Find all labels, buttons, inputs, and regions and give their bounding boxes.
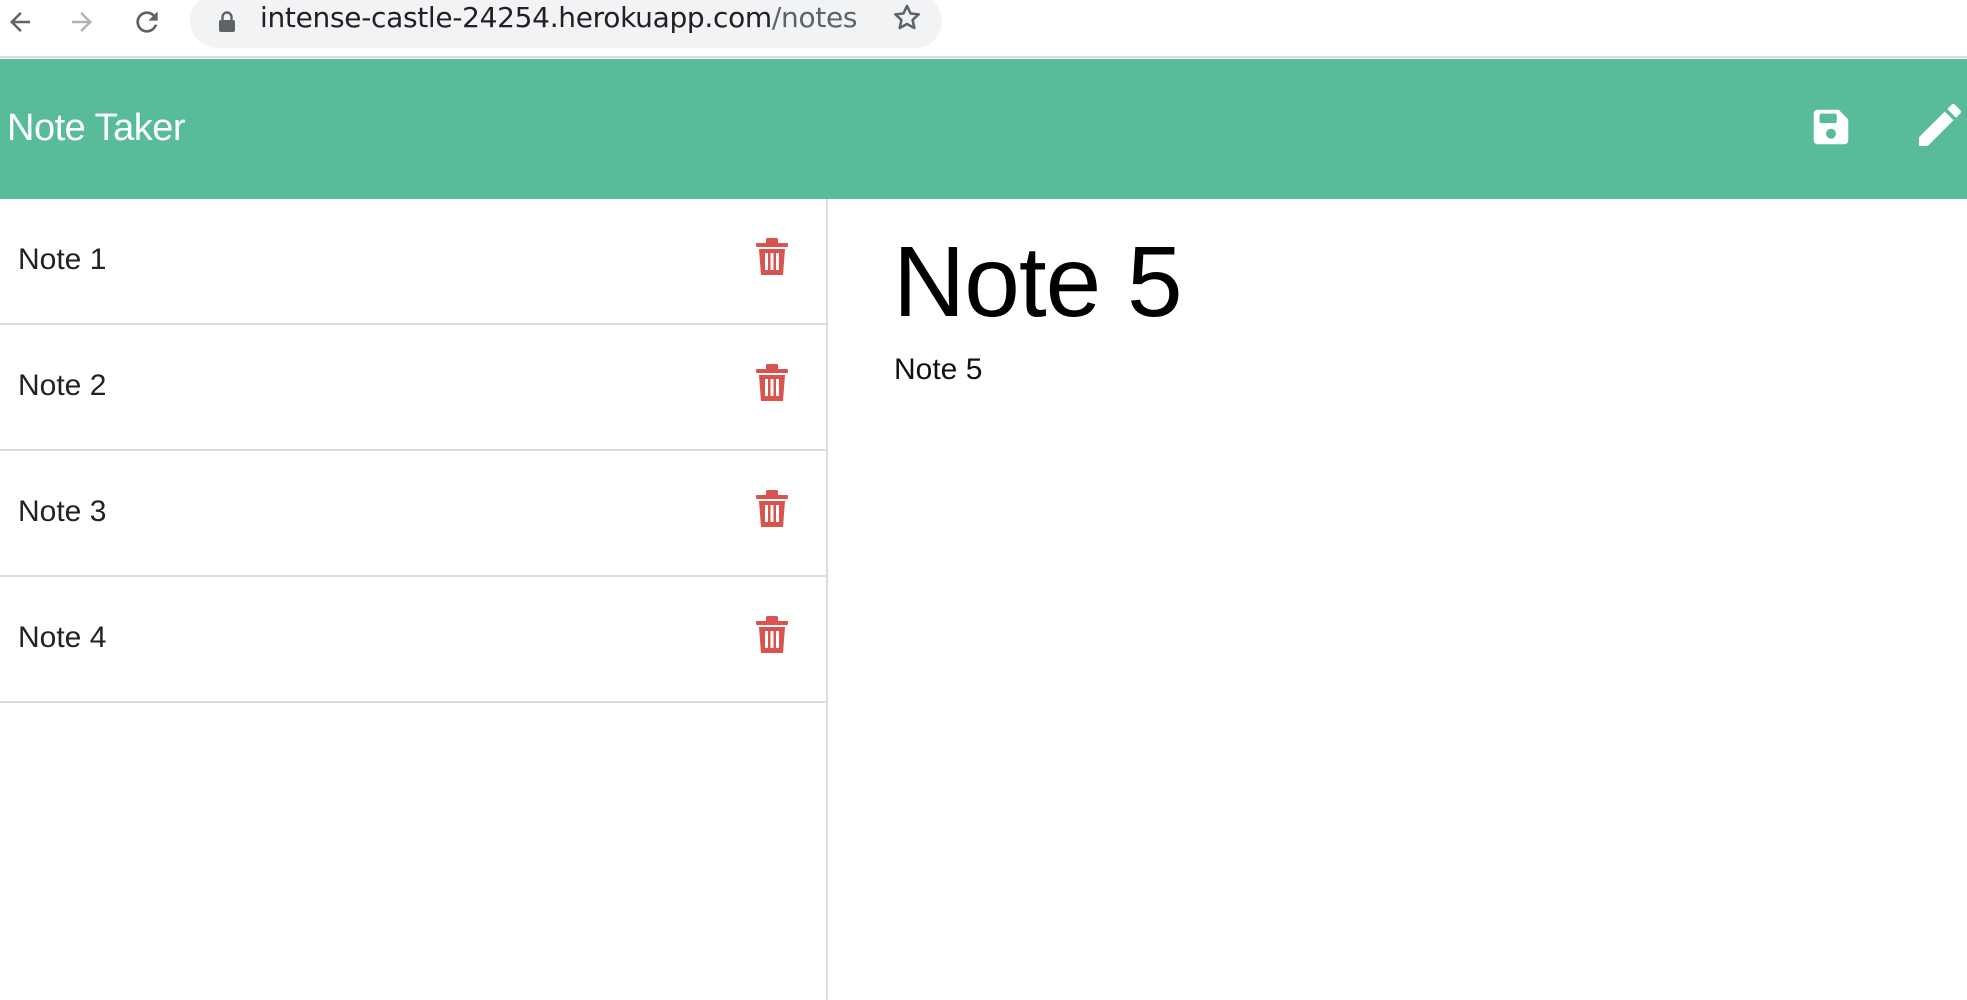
save-icon[interactable] bbox=[1808, 104, 1854, 150]
note-list-item[interactable]: Note 2 bbox=[0, 325, 827, 451]
lock-icon bbox=[219, 11, 235, 32]
back-arrow-icon bbox=[10, 12, 30, 32]
notes-list: Note 1 Note 2 Note 3 Note 4 bbox=[0, 199, 828, 1000]
url-text: intense-castle-24254.herokuapp.com/notes bbox=[260, 1, 858, 34]
trash-icon[interactable] bbox=[754, 615, 790, 655]
note-title: Note 1 bbox=[18, 243, 107, 276]
note-list-item[interactable]: Note 1 bbox=[0, 199, 827, 325]
note-title: Note 4 bbox=[18, 621, 107, 654]
forward-button[interactable] bbox=[62, 0, 102, 44]
forward-arrow-icon bbox=[72, 12, 92, 32]
reload-icon bbox=[136, 11, 158, 33]
address-bar[interactable]: intense-castle-24254.herokuapp.com/notes bbox=[190, 0, 942, 48]
note-title-input[interactable] bbox=[893, 225, 1893, 340]
brand-title[interactable]: Note Taker bbox=[7, 107, 186, 150]
trash-icon[interactable] bbox=[754, 363, 790, 403]
note-text-input[interactable]: Note 5 bbox=[894, 353, 1894, 753]
trash-icon[interactable] bbox=[754, 489, 790, 529]
url-domain: intense-castle-24254.herokuapp.com bbox=[260, 1, 772, 34]
url-path: /notes bbox=[771, 1, 858, 34]
app-header: Note Taker bbox=[0, 59, 1967, 199]
bookmark-star-icon[interactable] bbox=[890, 1, 924, 35]
note-title: Note 2 bbox=[18, 369, 107, 402]
browser-toolbar: intense-castle-24254.herokuapp.com/notes bbox=[0, 0, 1967, 58]
back-button[interactable] bbox=[0, 0, 40, 44]
trash-icon[interactable] bbox=[754, 237, 790, 277]
note-editor: Note 5 bbox=[830, 199, 1967, 1000]
note-list-item[interactable]: Note 3 bbox=[0, 451, 827, 577]
note-title: Note 3 bbox=[18, 495, 107, 528]
pencil-icon[interactable] bbox=[1912, 97, 1967, 153]
note-list-item[interactable]: Note 4 bbox=[0, 577, 827, 703]
reload-button[interactable] bbox=[127, 0, 167, 44]
